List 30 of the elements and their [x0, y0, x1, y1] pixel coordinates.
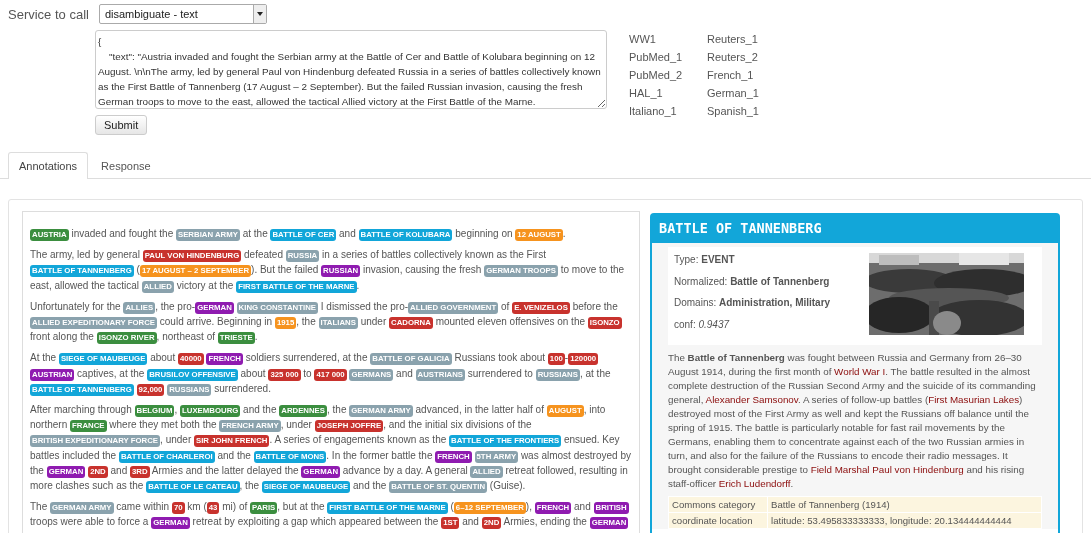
example-link[interactable]: Italiano_1: [629, 103, 707, 119]
example-link[interactable]: PubMed_2: [629, 67, 707, 83]
service-dropdown[interactable]: disambiguate - text: [98, 4, 267, 24]
example-link[interactable]: Spanish_1: [707, 103, 777, 119]
example-link[interactable]: PubMed_1: [629, 49, 707, 65]
example-link[interactable]: Reuters_2: [707, 49, 777, 65]
property-value: Battle of Tannenberg (1914): [767, 496, 1042, 513]
property-name: coordinate location: [668, 512, 768, 529]
wiki-link[interactable]: Erich Ludendorff: [718, 478, 791, 489]
field-text: Type: EVENT: [674, 253, 736, 267]
property-value: latitude: 53.495833333333, longitude: 20.134444444444: [767, 512, 1042, 529]
example-link[interactable]: Reuters_1: [707, 31, 777, 47]
query-textarea[interactable]: { "text": "Austria invaded and fought the Serbian army at the Battle of Cer and Battle of Kolubara beginning on 12 August. \n\nThe army, led by general Paul von Hindenburg defeated Russia in a series of battles collectively known as the First Battle of Tannenberg (17 August – 2 September). But the failed Russian invasion, causing the fresh German troops to move to the east, allowed the tactical Allied victory at the First Battle of the Marne.: [95, 30, 607, 109]
tab[interactable]: Annotations: [8, 152, 89, 179]
example-link[interactable]: WW1: [629, 31, 707, 47]
wiki-link[interactable]: Field Marshal Paul von Hindenburg: [810, 464, 964, 475]
field-label: Service to call: [8, 6, 89, 22]
tab[interactable]: Response: [90, 152, 162, 178]
example-link[interactable]: French_1: [707, 67, 777, 83]
field-text: conf: 0.9437: [674, 317, 731, 332]
example-link[interactable]: HAL_1: [629, 85, 707, 101]
caret-icon: [252, 5, 266, 23]
field-text: Domains: Administration, Military: [674, 296, 831, 310]
example-link[interactable]: German_1: [707, 85, 777, 101]
field-text: Normalized: Battle of Tannenberg: [674, 274, 831, 289]
infobox-title: BATTLE OF TANNENBERG: [652, 215, 1058, 243]
submit-button[interactable]: Submit: [95, 115, 148, 135]
wiki-link[interactable]: Alexander Samsonov: [705, 394, 798, 405]
description-paragraph: The Battle of Tannenberg was fought between Russia and Germany from 26–30 August 1914, during the first month of World War I. The battle resulted in the almost complete destruction of the Russian Second Army and the suicide of its commanding general, Alexander Samsonov. A series of follow-up battles (First Masurian Lakes) destroyed most of the First Army as well and kept the Russians off balance until the spring of 1915. The battle is particularly notable for fast rail movements by the Germans, enabling them to concentrate against each of the two Russian armies in turn, and also for the failure of the Russians to encode their radio messages. It brought considerable prestige to Field Marshal Paul von Hindenburg and his rising staff-officer Erich Ludendorff.: [668, 351, 1037, 491]
property-name: Commons category: [668, 496, 768, 513]
